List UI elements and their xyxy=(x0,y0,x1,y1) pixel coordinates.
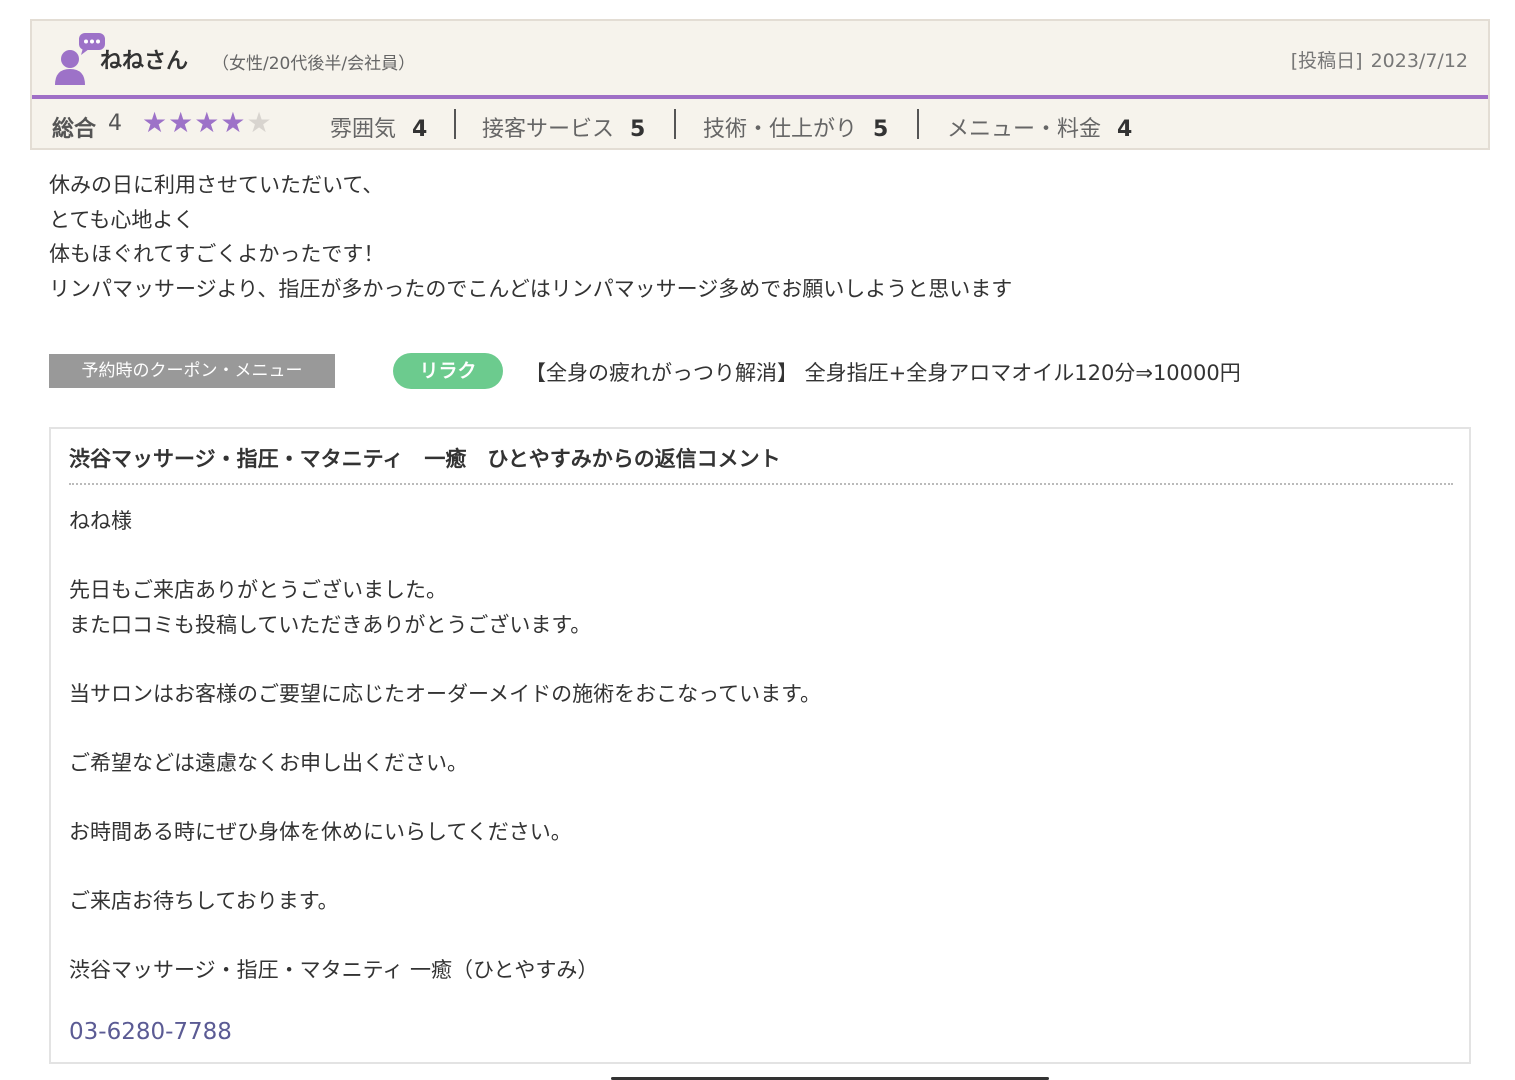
phone-link[interactable]: 03-6280-7788 xyxy=(69,1019,232,1045)
reply-line xyxy=(69,849,821,884)
coupon-menu-text[interactable]: 【全身の疲れがっつり解消】 全身指圧+全身アロマオイル120分⇒10000円 xyxy=(525,357,1241,387)
star-icon: ★ xyxy=(194,106,221,139)
reply-line: 当サロンはお客様のご要望に応じたオーダーメイドの施術をおこなっています。 xyxy=(69,681,822,706)
genre-badge: リラク xyxy=(393,353,503,389)
overall-rating-label: 総合 xyxy=(52,117,97,142)
rating-category-technique: 技術・仕上がり 5 xyxy=(703,111,888,143)
rating-separator xyxy=(454,109,456,139)
reply-line: ねね様 xyxy=(69,509,132,533)
reply-title: 渋谷マッサージ・指圧・マタニティ 一癒 ひとやすみからの返信コメント xyxy=(69,447,781,471)
reply-line: また口コミも投稿していただきありがとうございます。 xyxy=(69,612,592,637)
salon-reply-box: 渋谷マッサージ・指圧・マタニティ 一癒 ひとやすみからの返信コメント ねね様 先… xyxy=(49,427,1471,1064)
reviewer-attributes: （女性/20代後半/会社員） xyxy=(212,54,416,74)
reply-line: ご希望などは遠慮なくお申し出ください。 xyxy=(69,750,468,775)
overall-rating-score: 4 xyxy=(108,111,122,136)
review-comment: 休みの日に利用させていただいて、 とても心地よく 体もほぐれてすごくよかったです… xyxy=(49,168,1012,306)
review-header: ねねさん （女性/20代後半/会社員） [投稿日] 2023/7/12 xyxy=(32,21,1488,96)
review-comment-line: 体もほぐれてすごくよかったです！ xyxy=(49,242,385,266)
rating-category-label: メニュー・料金 xyxy=(947,117,1102,142)
posted-date: [投稿日] 2023/7/12 xyxy=(1289,46,1468,73)
rating-category-label: 技術・仕上がり xyxy=(703,117,858,142)
posted-date-label: [投稿日] xyxy=(1290,50,1363,72)
rating-category-score: 4 xyxy=(1117,117,1133,142)
reply-line: 渋谷マッサージ・指圧・マタニティ 一癒（ひとやすみ） xyxy=(69,957,599,982)
rating-separator xyxy=(674,109,676,139)
rating-category-menu-price: メニュー・料金 4 xyxy=(947,111,1132,143)
review-comment-line: とても心地よく xyxy=(49,207,195,232)
posted-date-value: 2023/7/12 xyxy=(1370,50,1468,72)
star-icon: ★ xyxy=(246,106,273,139)
review-card: ねねさん （女性/20代後半/会社員） [投稿日] 2023/7/12 総合 4… xyxy=(30,19,1490,150)
reply-body: ねね様 先日もご来店ありがとうございました。 また口コミも投稿していただきありが… xyxy=(69,504,821,987)
reply-line xyxy=(69,780,821,815)
reply-line: ご来店お待ちしております。 xyxy=(69,888,339,913)
rating-category-score: 4 xyxy=(412,117,428,142)
reply-line xyxy=(69,918,821,953)
rating-category-label: 雰囲気 xyxy=(330,117,397,142)
rating-category-score: 5 xyxy=(873,117,889,142)
rating-category-label: 接客サービス xyxy=(482,117,615,142)
star-icon: ★ xyxy=(142,106,169,139)
rating-category-service: 接客サービス 5 xyxy=(482,111,645,143)
reply-line xyxy=(69,711,821,746)
reviewer-name: ねねさん xyxy=(100,49,189,74)
rating-category-score: 5 xyxy=(630,117,646,142)
overall-rating-stars: ★★★★★ xyxy=(142,109,273,137)
rating-category-atmosphere: 雰囲気 4 xyxy=(330,111,427,143)
coupon-tag: 予約時のクーポン・メニュー xyxy=(49,354,335,388)
rating-separator xyxy=(917,109,919,139)
star-icon: ★ xyxy=(168,106,195,139)
rating-row: 総合 4 ★★★★★ 雰囲気 4 接客サービス 5 技術・仕上がり 5 メニュー・料金… xyxy=(32,99,1488,150)
star-icon: ★ xyxy=(220,106,247,139)
reply-divider xyxy=(69,483,1453,485)
reply-line: お時間ある時にぜひ身体を休めにいらしてください。 xyxy=(69,819,572,844)
reply-line: 先日もご来店ありがとうございました。 xyxy=(69,578,447,602)
reply-line xyxy=(69,642,821,677)
review-comment-line: リンパマッサージより、指圧が多かったのでこんどはリンパマッサージ多めでお願いしよ… xyxy=(49,276,1013,301)
coupon-row: 予約時のクーポン・メニュー リラク 【全身の疲れがっつり解消】 全身指圧+全身ア… xyxy=(49,352,1449,392)
reply-line xyxy=(69,539,821,574)
review-comment-line: 休みの日に利用させていただいて、 xyxy=(49,173,384,197)
